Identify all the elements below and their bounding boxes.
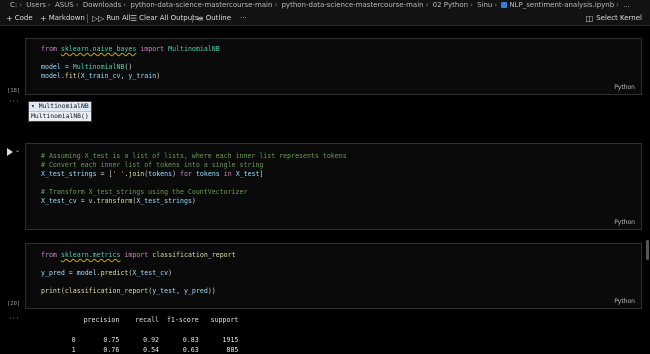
cell-3-language[interactable]: Python: [614, 298, 635, 305]
outline-icon: ≡: [197, 14, 204, 23]
clear-all-outputs-button[interactable]: ☰ Clear All Outputs: [130, 11, 199, 26]
plus-icon: +: [6, 14, 13, 23]
breadcrumb-file[interactable]: NLP_sentiment-analysis.ipynb: [509, 1, 614, 9]
code-cell-1[interactable]: from sklearn.naive_bayes import Multinom…: [25, 38, 642, 95]
run-all-button[interactable]: ▷▷ Run All: [92, 11, 131, 26]
kernel-icon: ◫: [585, 14, 594, 23]
model-output-body: MultinomialNB(): [29, 111, 91, 121]
breadcrumb-python[interactable]: 02 Python: [433, 1, 468, 9]
notebook-file-icon: [501, 2, 508, 8]
toolbar-divider: [87, 14, 88, 23]
cell-2-language[interactable]: Python: [614, 219, 635, 226]
breadcrumb-drive[interactable]: C:: [10, 1, 17, 9]
cell-3-code[interactable]: from sklearn.metrics import classificati…: [41, 251, 236, 296]
cell-1-execution-count: [18]: [7, 88, 21, 94]
cell-1-language[interactable]: Python: [614, 84, 635, 91]
code-cell-2[interactable]: # Assuming X_test is a list of lists, wh…: [25, 143, 642, 230]
cell-1-code[interactable]: from sklearn.naive_bayes import Multinom…: [41, 45, 220, 81]
add-markdown-label: Markdown: [48, 14, 85, 22]
more-actions-button[interactable]: ···: [240, 11, 247, 26]
breadcrumb-more[interactable]: ...: [623, 1, 630, 9]
clear-all-label: Clear All Outputs: [139, 14, 199, 22]
run-options-chevron-icon[interactable]: ⌄: [15, 147, 20, 154]
run-all-icon: ▷▷: [92, 14, 105, 23]
scrollbar-thumb[interactable]: [646, 240, 649, 260]
run-all-label: Run All: [106, 14, 131, 22]
report-row: 1 0.76 0.54 0.63 885: [28, 346, 239, 354]
toolbar-divider: [192, 14, 193, 23]
model-output-header[interactable]: ▾ MultinomialNB: [29, 102, 91, 111]
outline-label: Outline: [205, 14, 232, 22]
classification-report-output: precision recall f1-score support 0 0.75…: [28, 315, 239, 354]
select-kernel-button[interactable]: ◫ Select Kernel: [586, 11, 642, 26]
add-code-button[interactable]: + Code: [6, 11, 33, 26]
report-row: 0 0.75 0.92 0.83 1915: [28, 336, 239, 344]
model-output: ▾ MultinomialNB MultinomialNB(): [28, 101, 92, 122]
select-kernel-label: Select Kernel: [596, 14, 642, 22]
cell-1-output-actions[interactable]: ···: [9, 97, 20, 106]
breadcrumb-folder-1[interactable]: python-data-science-mastercourse-main: [130, 1, 272, 9]
outline-button[interactable]: ≡ Outline: [197, 11, 231, 26]
notebook-toolbar: + Code + Markdown ▷▷ Run All ☰ Clear All…: [0, 11, 650, 26]
breadcrumb-downloads[interactable]: Downloads: [83, 1, 121, 9]
run-cell-icon[interactable]: [7, 148, 13, 156]
add-code-label: Code: [14, 14, 33, 22]
breadcrumb-users[interactable]: Users: [26, 1, 46, 9]
breadcrumb: C: › Users › ASUS › Downloads › python-data-…: [0, 0, 650, 11]
breadcrumb-folder-2[interactable]: python-data-science-mastercourse-main: [281, 1, 423, 9]
code-cell-3[interactable]: from sklearn.metrics import classificati…: [25, 243, 642, 309]
clear-outputs-icon: ☰: [130, 14, 138, 23]
plus-icon: +: [40, 14, 47, 23]
cell-2-code[interactable]: # Assuming X_test is a list of lists, wh…: [41, 152, 347, 206]
cell-3-output-actions[interactable]: ···: [9, 314, 20, 323]
report-header: precision recall f1-score support: [28, 316, 239, 324]
cell-3-execution-count: [20]: [7, 301, 21, 307]
breadcrumb-sinu[interactable]: Sinu: [477, 1, 492, 9]
breadcrumb-asus[interactable]: ASUS: [55, 1, 74, 9]
add-markdown-button[interactable]: + Markdown: [40, 11, 85, 26]
